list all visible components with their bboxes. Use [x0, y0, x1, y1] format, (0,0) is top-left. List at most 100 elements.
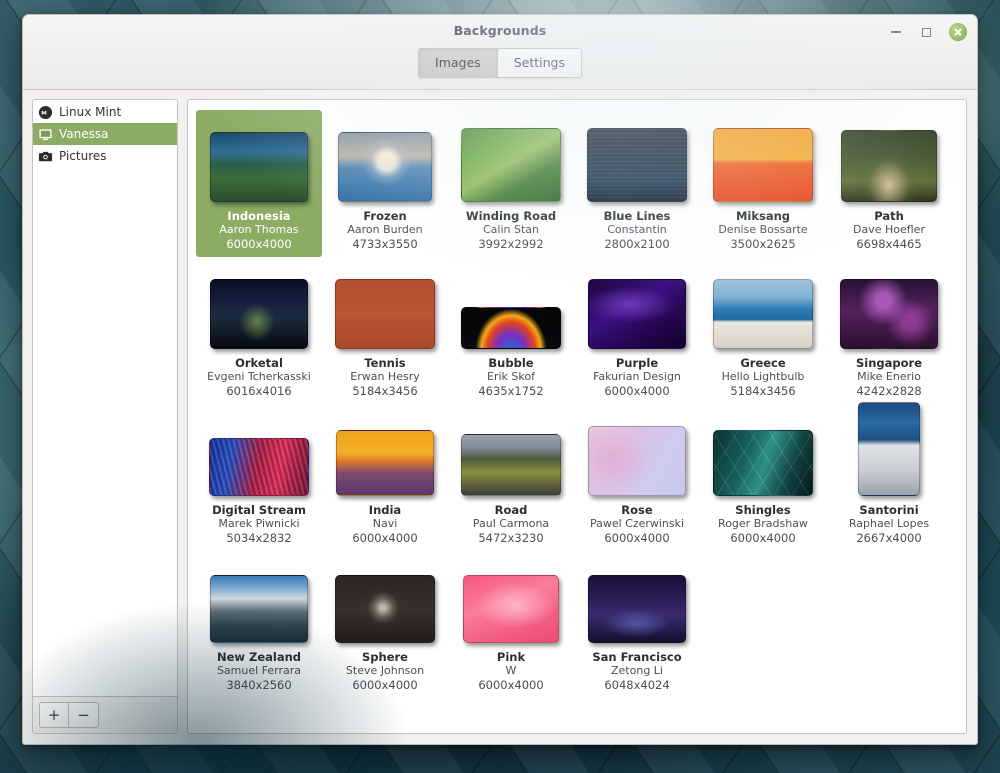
wallpaper-cell[interactable]: Blue LinesConstantin2800x2100	[574, 110, 700, 257]
monitor-icon	[38, 127, 53, 142]
wallpaper-cell[interactable]: GreeceHello Lightbulb5184x3456	[700, 257, 826, 404]
wallpaper-dimensions: 6000x4000	[604, 384, 669, 398]
wallpaper-cell[interactable]: BubbleErik Skof4635x1752	[448, 257, 574, 404]
wallpaper-cell[interactable]: RoadPaul Carmona5472x3230	[448, 404, 574, 551]
wallpaper-cell[interactable]: SingaporeMike Enerio4242x2828	[826, 257, 952, 404]
wallpaper-author: Aaron Burden	[347, 223, 422, 237]
wallpaper-name: Singapore	[856, 356, 922, 370]
wallpaper-thumbnail-wrap	[841, 114, 937, 202]
wallpaper-author: Samuel Ferrara	[217, 664, 301, 678]
wallpaper-dimensions: 3500x2625	[730, 237, 795, 251]
wallpaper-author: Dave Hoefler	[853, 223, 925, 237]
wallpaper-dimensions: 5184x3456	[352, 384, 417, 398]
wallpaper-dimensions: 2667x4000	[856, 531, 921, 545]
wallpaper-cell[interactable]: IndonesiaAaron Thomas6000x4000	[196, 110, 322, 257]
tab-images[interactable]: Images	[419, 49, 497, 77]
wallpaper-name: Purple	[616, 356, 658, 370]
wallpaper-cell[interactable]: Digital StreamMarek Piwnicki5034x2832	[196, 404, 322, 551]
wallpaper-thumbnail-wrap	[713, 261, 813, 349]
wallpaper-panel: IndonesiaAaron Thomas6000x4000FrozenAaro…	[187, 99, 967, 734]
wallpaper-dimensions: 2800x2100	[604, 237, 669, 251]
wallpaper-thumbnail[interactable]	[461, 307, 561, 349]
wallpaper-thumbnail-wrap	[209, 408, 309, 496]
sidebar-item-pictures[interactable]: Pictures	[33, 145, 177, 167]
wallpaper-thumbnail[interactable]	[335, 575, 435, 643]
wallpaper-author: Roger Bradshaw	[718, 517, 808, 531]
wallpaper-name: New Zealand	[217, 650, 301, 664]
wallpaper-thumbnail[interactable]	[858, 402, 920, 496]
wallpaper-author: Aaron Thomas	[219, 223, 298, 237]
wallpaper-cell[interactable]: San FranciscoZetong Li6048x4024	[574, 551, 700, 698]
remove-folder-button[interactable]: −	[69, 702, 99, 728]
wallpaper-dimensions: 4733x3550	[352, 237, 417, 251]
wallpaper-thumbnail-wrap	[210, 555, 308, 643]
wallpaper-name: Orketal	[235, 356, 283, 370]
wallpaper-thumbnail[interactable]	[210, 279, 308, 349]
wallpaper-name: Greece	[740, 356, 785, 370]
wallpaper-cell[interactable]: FrozenAaron Burden4733x3550	[322, 110, 448, 257]
wallpaper-cell[interactable]: OrketalEvgeni Tcherkasski6016x4016	[196, 257, 322, 404]
wallpaper-thumbnail-wrap	[587, 114, 687, 202]
wallpaper-thumbnail[interactable]	[336, 430, 434, 496]
wallpaper-thumbnail[interactable]	[210, 132, 308, 202]
wallpaper-cell[interactable]: PinkW6000x4000	[448, 551, 574, 698]
wallpaper-thumbnail[interactable]	[587, 128, 687, 202]
add-folder-button[interactable]: +	[39, 702, 69, 728]
wallpaper-thumbnail[interactable]	[841, 130, 937, 202]
wallpaper-cell[interactable]: SantoriniRaphael Lopes2667x4000	[826, 404, 952, 551]
wallpaper-cell[interactable]: PurpleFakurian Design6000x4000	[574, 257, 700, 404]
tab-settings[interactable]: Settings	[497, 49, 581, 77]
wallpaper-cell[interactable]: New ZealandSamuel Ferrara3840x2560	[196, 551, 322, 698]
wallpaper-thumbnail[interactable]	[840, 279, 938, 349]
sidebar-item-vanessa[interactable]: Vanessa	[33, 123, 177, 145]
wallpaper-dimensions: 6000x4000	[478, 678, 543, 692]
window-titlebar: Backgrounds Images Settings	[23, 15, 977, 90]
wallpaper-thumbnail[interactable]	[461, 128, 561, 202]
wallpaper-dimensions: 5472x3230	[478, 531, 543, 545]
close-icon[interactable]	[949, 23, 967, 41]
window-body: Linux Mint Vanessa	[23, 90, 977, 744]
desktop-background: Backgrounds Images Settings	[0, 0, 1000, 773]
wallpaper-thumbnail[interactable]	[209, 438, 309, 496]
maximize-icon[interactable]	[918, 24, 935, 41]
wallpaper-dimensions: 6048x4024	[604, 678, 669, 692]
wallpaper-author: Erik Skof	[487, 370, 535, 384]
wallpaper-cell[interactable]: ShinglesRoger Bradshaw6000x4000	[700, 404, 826, 551]
wallpaper-dimensions: 6000x4000	[352, 678, 417, 692]
wallpaper-thumbnail[interactable]	[713, 128, 813, 202]
wallpaper-cell[interactable]: Winding RoadCalin Stan3992x2992	[448, 110, 574, 257]
minimize-icon[interactable]	[887, 24, 904, 41]
wallpaper-cell[interactable]: IndiaNavi6000x4000	[322, 404, 448, 551]
wallpaper-thumbnail[interactable]	[210, 575, 308, 643]
wallpaper-author: Mike Enerio	[857, 370, 921, 384]
wallpaper-thumbnail[interactable]	[588, 279, 686, 349]
wallpaper-thumbnail[interactable]	[713, 430, 813, 496]
wallpaper-cell[interactable]: TennisErwan Hesry5184x3456	[322, 257, 448, 404]
wallpaper-cell[interactable]: PathDave Hoefler6698x4465	[826, 110, 952, 257]
wallpaper-cell[interactable]: MiksangDenise Bossarte3500x2625	[700, 110, 826, 257]
wallpaper-name: Shingles	[735, 503, 790, 517]
wallpaper-cell[interactable]: SphereSteve Johnson6000x4000	[322, 551, 448, 698]
wallpaper-thumbnail[interactable]	[461, 434, 561, 496]
sidebar-item-linux-mint[interactable]: Linux Mint	[33, 101, 177, 123]
wallpaper-thumbnail-wrap	[461, 261, 561, 349]
wallpaper-cell[interactable]: RosePawel Czerwinski6000x4000	[574, 404, 700, 551]
wallpaper-thumbnail-wrap	[840, 261, 938, 349]
wallpaper-author: Zetong Li	[611, 664, 663, 678]
wallpaper-thumbnail[interactable]	[463, 575, 559, 643]
wallpaper-thumbnail[interactable]	[338, 132, 432, 202]
wallpaper-thumbnail[interactable]	[335, 279, 435, 349]
view-switcher: Images Settings	[418, 48, 582, 78]
wallpaper-thumbnail[interactable]	[588, 426, 686, 496]
wallpaper-name: Digital Stream	[212, 503, 306, 517]
wallpaper-thumbnail[interactable]	[713, 279, 813, 349]
sidebar: Linux Mint Vanessa	[32, 99, 178, 734]
wallpaper-name: Road	[495, 503, 528, 517]
wallpaper-dimensions: 6000x4000	[604, 531, 669, 545]
wallpaper-thumbnail-wrap	[858, 408, 920, 496]
wallpaper-name: Bubble	[488, 356, 533, 370]
sidebar-item-label: Linux Mint	[59, 105, 121, 119]
wallpaper-thumbnail[interactable]	[588, 575, 686, 643]
wallpaper-dimensions: 4242x2828	[856, 384, 921, 398]
wallpaper-thumbnail-wrap	[338, 114, 432, 202]
